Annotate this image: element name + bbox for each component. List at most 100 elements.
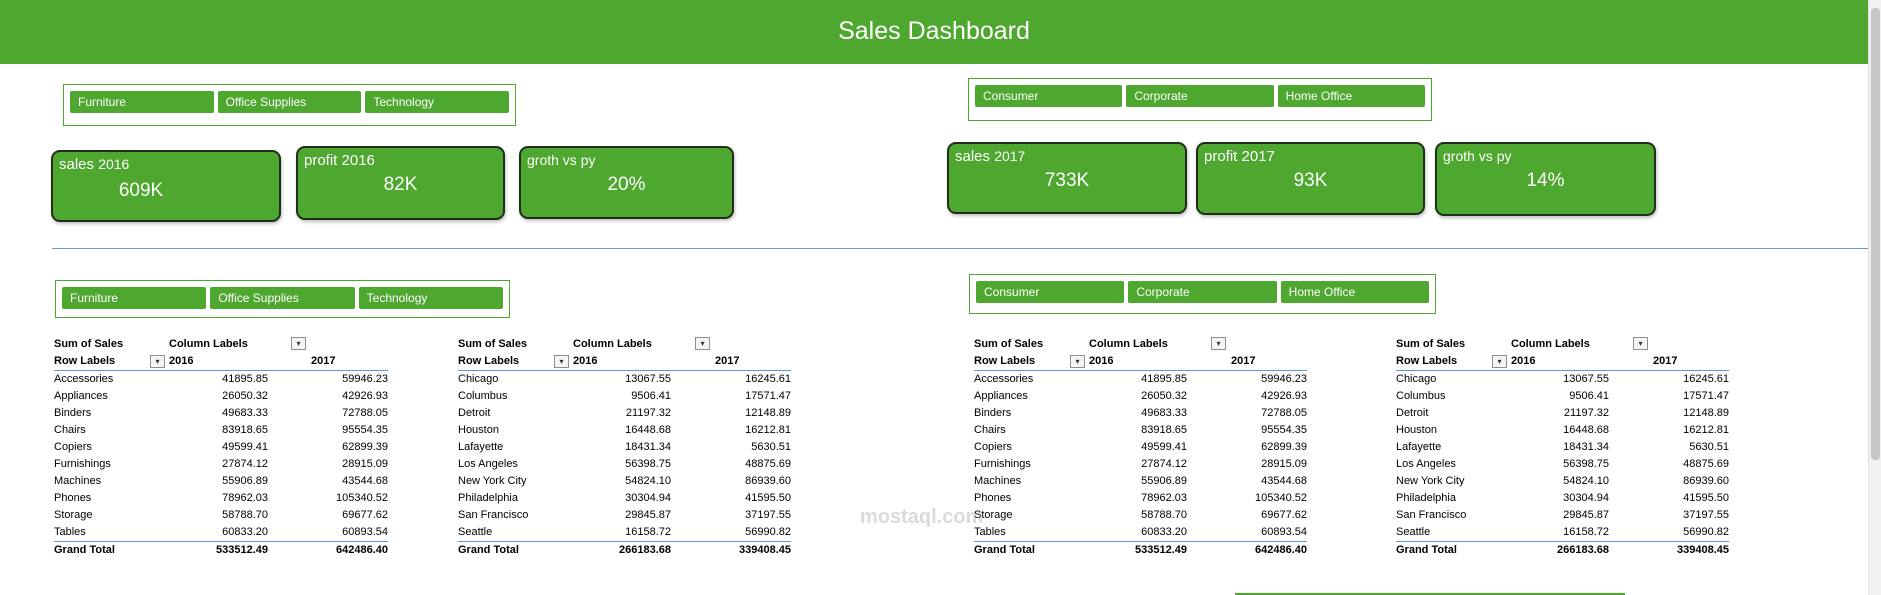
pivot-header-row: Row Labels ▾ 2016 2017 [458,354,791,371]
column-filter-button[interactable]: ▾ [1211,337,1226,350]
category-slicer-top: Furniture Office Supplies Technology [63,84,516,126]
grand-total-row: Grand Total 266183.68 339408.45 [1396,541,1729,558]
value-2017: 12148.89 [745,407,791,419]
row-label: Storage [54,509,93,521]
row-label: Furnishings [974,458,1031,470]
value-2017: 59946.23 [342,373,388,385]
slicer-item-office-supplies[interactable]: Office Supplies [217,91,362,113]
value-2017: 48875.69 [1683,458,1729,470]
table-row: Los Angeles 56398.75 48875.69 [458,456,791,473]
table-row: Storage 58788.70 69677.62 [54,507,388,524]
table-row: San Francisco 29845.87 37197.55 [1396,507,1729,524]
value-2016: 56398.75 [625,458,671,470]
row-filter-button[interactable]: ▾ [1070,355,1085,368]
value-2016: 13067.55 [625,373,671,385]
slicer-item-office-supplies[interactable]: Office Supplies [210,287,355,309]
value-2016: 16158.72 [625,526,671,538]
row-filter-button[interactable]: ▾ [554,355,569,368]
pivot-header-row: Sum of Sales Column Labels ▾ [54,337,388,354]
sum-of-sales-label: Sum of Sales [54,338,124,350]
column-filter-button[interactable]: ▾ [695,337,710,350]
kpi-value: 609K [118,180,164,201]
pivot-header-row: Row Labels ▾ 2016 2017 [1396,354,1729,371]
pivot-table-city-right: Sum of Sales Column Labels ▾ Row Labels ▾ 201… [1396,337,1729,558]
value-2017: 42926.93 [1261,390,1307,402]
grand-total-2016: 266183.68 [619,544,671,556]
vertical-scrollbar[interactable] [1868,0,1881,595]
value-2017: 95554.35 [342,424,388,436]
value-2016: 49599.41 [222,441,268,453]
kpi-card-sales-2016: sales 2016 609K [51,150,281,222]
year-2017-header: 2017 [1653,355,1678,367]
kpi-title: sales 2016 [59,156,130,173]
value-2016: 78962.03 [1141,492,1187,504]
column-filter-button[interactable]: ▾ [1633,337,1648,350]
value-2016: 21197.32 [625,407,671,419]
row-label: Chicago [458,373,499,385]
row-labels-label: Row Labels [974,355,1036,367]
row-filter-button[interactable]: ▾ [1492,355,1507,368]
table-row: Los Angeles 56398.75 48875.69 [1396,456,1729,473]
value-2016: 58788.70 [1141,509,1187,521]
value-2016: 49599.41 [1141,441,1187,453]
table-row: Columbus 9506.41 17571.47 [1396,388,1729,405]
slicer-item-home-office[interactable]: Home Office [1277,85,1425,107]
slicer-item-consumer[interactable]: Consumer [976,281,1125,303]
grand-total-2017: 642486.40 [1255,544,1307,556]
kpi-value: 82K [383,174,418,195]
pivot-table-subcategory-right: Sum of Sales Column Labels ▾ Row Labels ▾ 201… [974,337,1307,558]
row-label: Machines [974,475,1022,487]
value-2017: 17571.47 [1683,390,1729,402]
row-label: Houston [458,424,499,436]
row-labels-label: Row Labels [458,355,520,367]
value-2016: 18431.34 [1563,441,1609,453]
value-2017: 16212.81 [745,424,791,436]
year-2016-header: 2016 [1089,355,1114,367]
row-label: Binders [54,407,92,419]
slicer-item-technology[interactable]: Technology [358,287,503,309]
kpi-value: 733K [1044,170,1090,191]
grand-total-2017: 642486.40 [336,544,388,556]
slicer-item-consumer[interactable]: Consumer [975,85,1123,107]
kpi-card-growth-2017: groth vs py 14% [1435,142,1656,216]
table-row: Copiers 49599.41 62899.39 [974,439,1307,456]
value-2017: 62899.39 [342,441,388,453]
row-label: Phones [54,492,92,504]
segment-slicer-top: Consumer Corporate Home Office [968,78,1432,121]
watermark: mostaql.com [860,506,984,528]
row-label: Accessories [974,373,1034,385]
slicer-item-corporate[interactable]: Corporate [1126,85,1274,107]
row-label: Chairs [54,424,86,436]
table-row: Tables 60833.20 60893.54 [54,524,388,541]
value-2016: 18431.34 [625,441,671,453]
sum-of-sales-label: Sum of Sales [1396,338,1466,350]
value-2016: 21197.32 [1563,407,1609,419]
value-2017: 41595.50 [1683,492,1729,504]
slicer-item-furniture[interactable]: Furniture [70,91,214,113]
row-label: Houston [1396,424,1437,436]
row-label: Accessories [54,373,114,385]
slicer-item-technology[interactable]: Technology [365,91,510,113]
row-label: Copiers [974,441,1012,453]
row-filter-button[interactable]: ▾ [150,355,165,368]
value-2017: 60893.54 [1261,526,1307,538]
slicer-item-corporate[interactable]: Corporate [1128,281,1277,303]
row-label: Tables [54,526,86,538]
table-row: Lafayette 18431.34 5630.51 [1396,439,1729,456]
value-2016: 30304.94 [1563,492,1609,504]
row-label: Columbus [1396,390,1446,402]
table-row: New York City 54824.10 86939.60 [1396,473,1729,490]
year-2016-header: 2016 [573,355,598,367]
value-2017: 5630.51 [1689,441,1729,453]
column-filter-button[interactable]: ▾ [291,337,306,350]
value-2017: 28915.09 [342,458,388,470]
value-2017: 56990.82 [745,526,791,538]
row-label: Seattle [1396,526,1431,538]
table-row: Seattle 16158.72 56990.82 [458,524,791,541]
slicer-item-furniture[interactable]: Furniture [62,287,207,309]
row-label: Detroit [458,407,491,419]
value-2017: 86939.60 [745,475,791,487]
scrollbar-thumb[interactable] [1871,8,1880,460]
grand-total-2017: 339408.45 [739,544,791,556]
slicer-item-home-office[interactable]: Home Office [1280,281,1429,303]
